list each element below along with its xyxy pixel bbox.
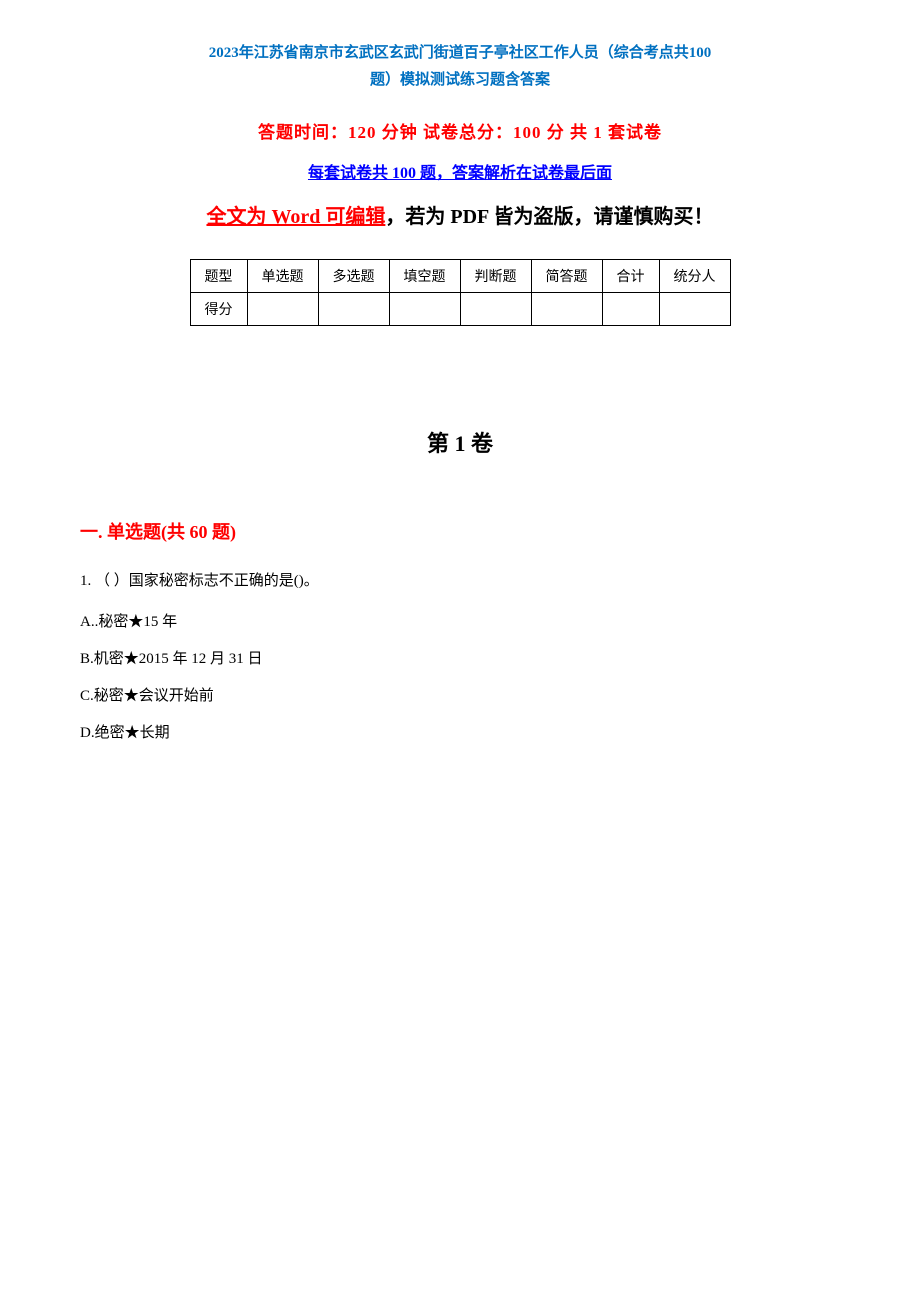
- question-1-body: （ ）国家秘密标志不正确的是()。: [95, 573, 319, 589]
- question-1: 1. （ ）国家秘密标志不正确的是()。 A..秘密★15 年 B.机密★201…: [80, 568, 840, 747]
- col-type: 题型: [190, 260, 247, 293]
- exam-subtitle: 每套试卷共 100 题，答案解析在试卷最后面: [80, 159, 840, 183]
- editable-notice-red: 全文为 Word 可编辑: [206, 206, 385, 228]
- score-total: [602, 293, 659, 326]
- volume-title: 第 1 卷: [80, 426, 840, 458]
- score-short: [531, 293, 602, 326]
- score-label: 得分: [190, 293, 247, 326]
- question-1-option-b: B.机密★2015 年 12 月 31 日: [80, 646, 840, 673]
- exam-info: 答题时间：120 分钟 试卷总分：100 分 共 1 套试卷: [80, 118, 840, 143]
- col-multi: 多选题: [318, 260, 389, 293]
- title-line2: 题）模拟测试练习题含答案: [80, 67, 840, 94]
- col-fill: 填空题: [389, 260, 460, 293]
- question-1-option-d: D.绝密★长期: [80, 720, 840, 747]
- editable-notice-black: ，若为 PDF 皆为盗版，请谨慎购买！: [385, 206, 713, 228]
- score-judge: [460, 293, 531, 326]
- title-line1: 2023年江苏省南京市玄武区玄武门街道百子亭社区工作人员（综合考点共100: [80, 40, 840, 67]
- col-single: 单选题: [247, 260, 318, 293]
- col-total: 合计: [602, 260, 659, 293]
- section-title: 一. 单选题(共 60 题): [80, 518, 840, 544]
- page-title: 2023年江苏省南京市玄武区玄武门街道百子亭社区工作人员（综合考点共100 题）…: [80, 40, 840, 94]
- score-table: 题型 单选题 多选题 填空题 判断题 简答题 合计 统分人 得分: [190, 259, 731, 326]
- question-1-option-a: A..秘密★15 年: [80, 609, 840, 636]
- question-1-option-c: C.秘密★会议开始前: [80, 683, 840, 710]
- question-1-text: 1. （ ）国家秘密标志不正确的是()。: [80, 568, 840, 595]
- score-multi: [318, 293, 389, 326]
- table-score-row: 得分: [190, 293, 730, 326]
- col-short: 简答题: [531, 260, 602, 293]
- score-fill: [389, 293, 460, 326]
- score-single: [247, 293, 318, 326]
- col-judge: 判断题: [460, 260, 531, 293]
- score-table-wrapper: 题型 单选题 多选题 填空题 判断题 简答题 合计 统分人 得分: [80, 259, 840, 326]
- divider-space: [80, 346, 840, 426]
- editable-notice: 全文为 Word 可编辑，若为 PDF 皆为盗版，请谨慎购买！: [80, 199, 840, 235]
- question-1-number: 1.: [80, 573, 91, 589]
- score-scorer: [659, 293, 730, 326]
- col-scorer: 统分人: [659, 260, 730, 293]
- table-header-row: 题型 单选题 多选题 填空题 判断题 简答题 合计 统分人: [190, 260, 730, 293]
